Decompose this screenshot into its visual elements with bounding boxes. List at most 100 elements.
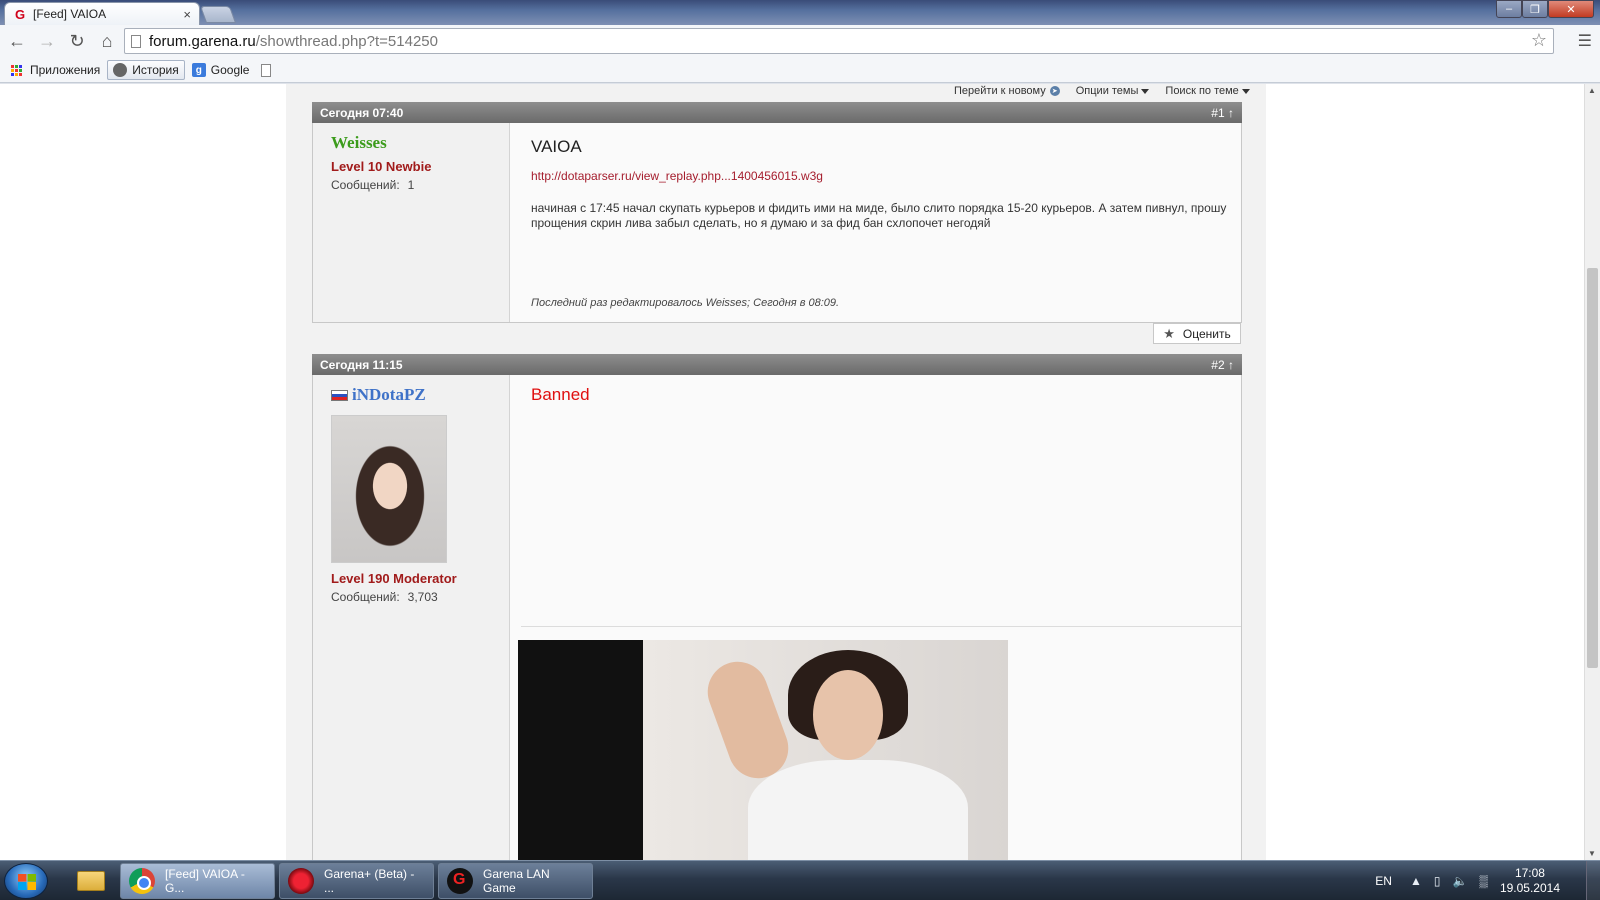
google-plus-icon: g bbox=[191, 63, 206, 77]
chrome-menu-icon[interactable]: ☰ bbox=[1578, 31, 1592, 51]
folder-icon bbox=[77, 871, 105, 891]
thread-options-label: Опции темы bbox=[1075, 85, 1139, 97]
username-text: iNDotaPZ bbox=[352, 385, 426, 404]
post-title-banned: Banned bbox=[531, 385, 590, 404]
russia-flag-icon bbox=[331, 389, 348, 401]
bookmark-label: Google bbox=[210, 63, 250, 77]
page-viewport: Перейти к новому ➤ Опции темы Поиск по т… bbox=[0, 84, 1584, 860]
post-count: Сообщений: 1 bbox=[331, 178, 415, 192]
bookmark-apps[interactable]: Приложения bbox=[6, 61, 105, 79]
forward-arrow-icon[interactable]: → bbox=[34, 29, 60, 55]
post-2-userinfo: iNDotaPZ Level 190 Moderator Сообщений: 3… bbox=[313, 375, 510, 860]
explorer-pin[interactable] bbox=[68, 865, 114, 897]
address-bar[interactable]: forum.garena.ru/showthread.php?t=514250 … bbox=[124, 28, 1554, 54]
post-count: Сообщений: 3,703 bbox=[331, 590, 438, 604]
url-path: /showthread.php?t=514250 bbox=[255, 32, 438, 50]
tray-expand-icon[interactable]: ▲ bbox=[1410, 874, 1422, 888]
garena-lan-icon bbox=[447, 868, 473, 894]
arrow-circle-icon: ➤ bbox=[1049, 86, 1060, 96]
apps-grid-icon bbox=[11, 63, 25, 77]
caret-down-icon bbox=[1241, 88, 1250, 94]
close-window-button[interactable]: ✕ bbox=[1548, 0, 1594, 18]
username-link[interactable]: Weisses bbox=[331, 133, 491, 153]
windows-taskbar: [Feed] VAIOA - G... Garena+ (Beta) - ...… bbox=[0, 860, 1600, 900]
tab-title: [Feed] VAIOA bbox=[33, 7, 107, 21]
search-thread-menu[interactable]: Поиск по теме bbox=[1165, 84, 1250, 98]
tab-close-icon[interactable]: × bbox=[183, 7, 191, 22]
next-new-label: Перейти к новому bbox=[954, 85, 1046, 97]
scrollbar-thumb[interactable] bbox=[1587, 268, 1598, 668]
signature-divider bbox=[521, 626, 1241, 627]
replay-link[interactable]: http://dotaparser.ru/view_replay.php...1… bbox=[531, 169, 1231, 183]
browser-toolbar: ← → ↻ ⌂ forum.garena.ru/showthread.php?t… bbox=[0, 25, 1600, 58]
bookmark-history[interactable]: История bbox=[107, 60, 185, 80]
network-signal-icon[interactable]: ▒ bbox=[1479, 874, 1488, 888]
next-new-link[interactable]: Перейти к новому ➤ bbox=[954, 84, 1060, 98]
restore-button[interactable]: ❐ bbox=[1522, 0, 1548, 18]
post-1-userinfo: Weisses Level 10 Newbie Сообщений: 1 bbox=[313, 123, 510, 322]
post-1-body: Weisses Level 10 Newbie Сообщений: 1 VAIO… bbox=[312, 123, 1242, 323]
photo-shirt bbox=[748, 760, 968, 860]
start-button[interactable] bbox=[4, 863, 48, 899]
taskbar-garena-plus[interactable]: Garena+ (Beta) - ... bbox=[279, 863, 434, 899]
rate-label: Оценить bbox=[1182, 326, 1231, 341]
user-title: Level 190 Moderator bbox=[331, 571, 457, 586]
post-1-content: VAIOA http://dotaparser.ru/view_replay.p… bbox=[521, 123, 1241, 241]
taskbar-clock[interactable]: 17:08 19.05.2014 bbox=[1500, 866, 1560, 896]
bookmark-google[interactable]: g Google bbox=[187, 61, 255, 79]
language-indicator[interactable]: EN bbox=[1375, 874, 1392, 888]
back-arrow-icon[interactable]: ← bbox=[4, 29, 30, 55]
power-icon[interactable]: ▯ bbox=[1434, 874, 1441, 888]
garena-plus-icon bbox=[288, 868, 314, 894]
url-host: forum.garena.ru bbox=[149, 32, 256, 50]
post-title: VAIOA bbox=[531, 137, 582, 156]
signature-image bbox=[518, 640, 1008, 860]
post-message: начиная с 17:45 начал скупать курьеров и… bbox=[531, 201, 1227, 230]
clock-date: 19.05.2014 bbox=[1499, 881, 1560, 895]
home-icon[interactable]: ⌂ bbox=[94, 29, 120, 55]
chrome-icon bbox=[129, 868, 155, 894]
star-icon: ★ bbox=[1163, 325, 1175, 341]
taskbar-garena-lan[interactable]: Garena LAN Game bbox=[438, 863, 593, 899]
task-label: [Feed] VAIOA - G... bbox=[165, 867, 245, 895]
show-desktop-button[interactable] bbox=[1586, 861, 1600, 900]
reload-icon[interactable]: ↻ bbox=[64, 29, 90, 55]
task-label: Garena LAN Game bbox=[483, 867, 550, 895]
username-link[interactable]: iNDotaPZ bbox=[331, 385, 491, 405]
window-titlebar: G [Feed] VAIOA × – ❐ ✕ bbox=[0, 0, 1600, 25]
page-icon bbox=[131, 34, 141, 48]
post-2-content: Banned bbox=[521, 375, 1241, 415]
new-tab-button[interactable] bbox=[199, 6, 237, 23]
scroll-up-icon[interactable]: ▲ bbox=[1588, 86, 1596, 95]
post-number-link[interactable]: #2 ↑ bbox=[1211, 358, 1234, 372]
bookmark-blank[interactable] bbox=[256, 62, 281, 79]
minimize-button[interactable]: – bbox=[1496, 0, 1522, 18]
post-2-header: Сегодня 11:15 #2 ↑ bbox=[312, 354, 1242, 375]
clock-time: 17:08 bbox=[1514, 866, 1545, 880]
caret-down-icon bbox=[1141, 88, 1150, 94]
search-thread-label: Поиск по теме bbox=[1165, 85, 1239, 97]
thread-tools: Перейти к новому ➤ Опции темы Поиск по т… bbox=[954, 84, 1266, 98]
scroll-down-icon[interactable]: ▼ bbox=[1588, 849, 1596, 858]
bookmark-star-icon[interactable]: ☆ bbox=[1531, 30, 1547, 51]
avatar[interactable] bbox=[331, 415, 447, 563]
browser-tab[interactable]: G [Feed] VAIOA × bbox=[4, 2, 200, 25]
task-label: Garena+ (Beta) - ... bbox=[324, 867, 415, 895]
window-controls: – ❐ ✕ bbox=[1496, 0, 1594, 18]
bookmark-label: Приложения bbox=[30, 63, 101, 77]
windows-logo-lower bbox=[18, 882, 36, 890]
taskbar-chrome[interactable]: [Feed] VAIOA - G... bbox=[120, 863, 275, 899]
thread-options-menu[interactable]: Опции темы bbox=[1076, 84, 1150, 98]
garena-favicon-icon: G bbox=[14, 6, 26, 22]
post-date: Сегодня 07:40 bbox=[320, 105, 404, 120]
rate-button[interactable]: ★ Оценить bbox=[1153, 323, 1241, 344]
vertical-scrollbar[interactable]: ▲ ▼ bbox=[1584, 84, 1600, 860]
system-tray: EN ▲ ▯ 🔈 ▒ 17:08 19.05.2014 bbox=[1375, 861, 1600, 900]
post-number-link[interactable]: #1 ↑ bbox=[1211, 106, 1234, 120]
clock-icon bbox=[113, 63, 128, 77]
volume-icon[interactable]: 🔈 bbox=[1452, 874, 1467, 888]
post-1-header: Сегодня 07:40 #1 ↑ bbox=[312, 102, 1242, 123]
document-icon bbox=[261, 63, 272, 77]
bookmark-label: История bbox=[132, 63, 179, 77]
post-date: Сегодня 11:15 bbox=[320, 357, 403, 372]
